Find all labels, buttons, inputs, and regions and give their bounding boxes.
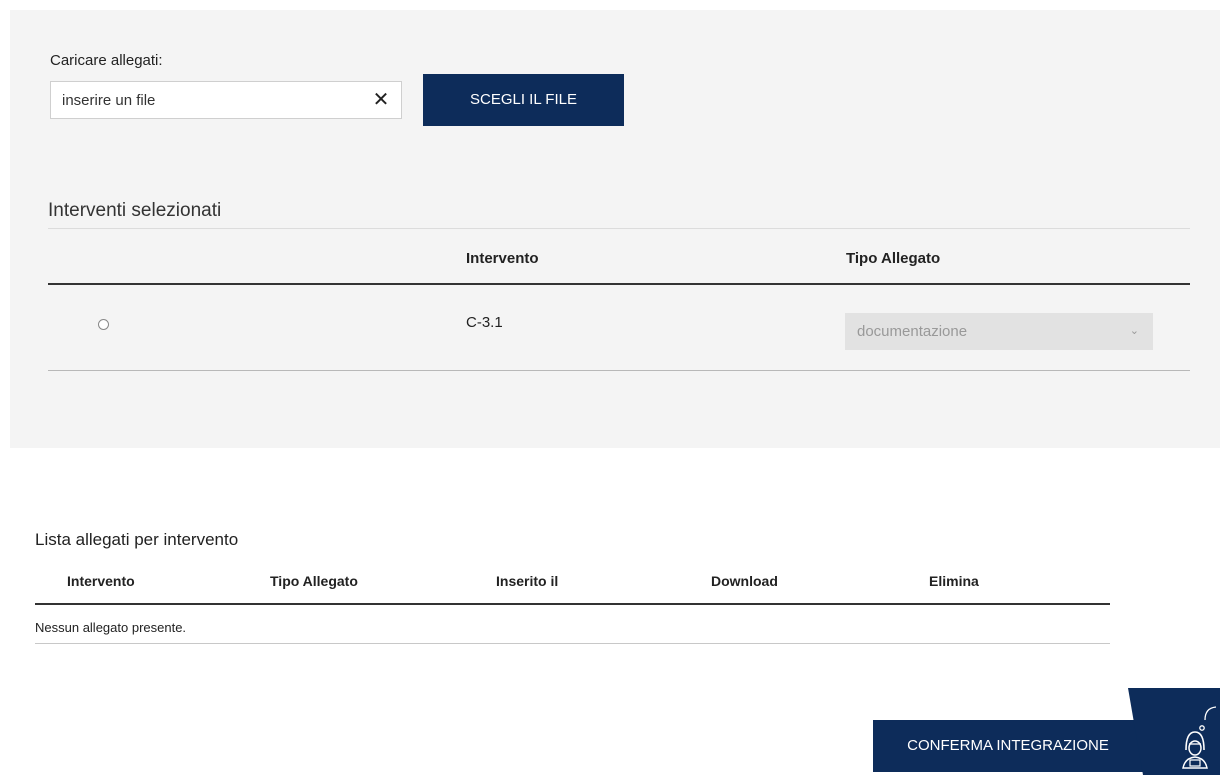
list-header-download: Download <box>711 573 778 589</box>
list-header-tipo-allegato: Tipo Allegato <box>270 573 358 589</box>
list-bottom-divider <box>35 643 1110 644</box>
upload-label: Caricare allegati: <box>50 52 163 69</box>
file-input[interactable] <box>51 82 362 118</box>
list-header-intervento: Intervento <box>67 573 135 589</box>
attachment-type-select[interactable]: documentazione ⌄ <box>845 313 1153 350</box>
list-header-inserito-il: Inserito il <box>496 573 559 589</box>
chevron-down-icon: ⌄ <box>1129 325 1139 337</box>
list-header-divider <box>35 603 1110 605</box>
empty-list-message: Nessun allegato presente. <box>35 620 187 635</box>
file-field[interactable]: ✕ <box>50 81 402 119</box>
attachment-type-value: documentazione <box>857 323 968 340</box>
list-header-elimina: Elimina <box>929 573 979 589</box>
intervention-code: C-3.1 <box>466 314 503 331</box>
choose-file-button[interactable]: SCEGLI IL FILE <box>423 74 624 126</box>
confirm-integration-button[interactable]: CONFERMA INTEGRAZIONE <box>873 720 1143 772</box>
column-header-intervento: Intervento <box>466 250 539 267</box>
close-icon[interactable]: ✕ <box>369 87 393 113</box>
attachments-list-title: Lista allegati per intervento <box>35 530 239 549</box>
column-header-tipo-allegato: Tipo Allegato <box>846 250 941 267</box>
header-divider <box>48 283 1190 285</box>
selected-interventions-title: Interventi selezionati <box>48 200 222 221</box>
assistant-avatar-icon <box>1128 688 1220 775</box>
row-divider <box>48 370 1190 371</box>
assistant-chat-launcher[interactable] <box>1128 688 1220 775</box>
row-select-radio[interactable] <box>98 319 109 330</box>
title-divider <box>48 228 1190 229</box>
